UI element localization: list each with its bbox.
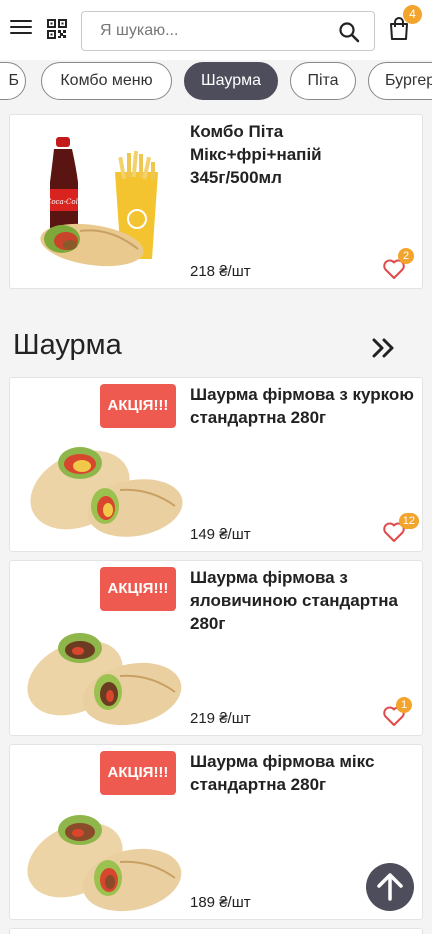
product-title[interactable]: Шаурма фірмова з куркою стандартна 280г <box>190 383 415 429</box>
promo-badge: АКЦІЯ!!! <box>100 751 176 795</box>
favorite-count-badge: 12 <box>398 513 419 529</box>
promo-badge: АКЦІЯ!!! <box>100 567 176 611</box>
product-card[interactable]: Coca-Cola Комбо Піта Мікс+фрі+напій 345г… <box>9 114 423 289</box>
top-bar: 4 <box>0 0 432 60</box>
shawarma-mix-image <box>27 815 182 912</box>
product-card[interactable]: АКЦІЯ!!! Шаурма фірмова з куркою стандар… <box>9 377 423 552</box>
scroll-to-top-button[interactable] <box>366 863 414 911</box>
product-card[interactable]: АКЦІЯ!!! Шаурма фірмова з яловичиною ста… <box>9 560 423 736</box>
menu-icon[interactable] <box>10 17 32 39</box>
search-input[interactable] <box>82 12 332 50</box>
category-tabs: Б Комбо меню Шаурма Піта Бургери <box>0 60 432 104</box>
shawarma-beef-image <box>27 633 182 726</box>
product-card[interactable] <box>9 928 423 934</box>
search-icon[interactable] <box>338 21 360 43</box>
svg-text:Coca-Cola: Coca-Cola <box>46 198 82 206</box>
section-title: Шаурма <box>13 329 122 361</box>
favorite-count-badge: 1 <box>396 697 412 713</box>
product-card[interactable]: АКЦІЯ!!! Шаурма фірмова мікс стандартна … <box>9 744 423 920</box>
cart-count-badge: 4 <box>403 5 422 24</box>
favorite-count-badge: 2 <box>398 248 414 264</box>
product-price: 149 ₴/шт <box>190 526 251 543</box>
category-chip-shawarma[interactable]: Шаурма <box>184 62 278 100</box>
combo-product-image: Coca-Cola <box>40 137 158 267</box>
promo-badge: АКЦІЯ!!! <box>100 384 176 428</box>
product-price: 189 ₴/шт <box>190 894 251 911</box>
product-price: 218 ₴/шт <box>190 263 251 280</box>
qr-code-icon[interactable] <box>47 19 67 39</box>
category-chip-pita[interactable]: Піта <box>290 62 356 100</box>
shawarma-chicken-image <box>30 447 183 537</box>
category-chip-combo[interactable]: Комбо меню <box>41 62 172 100</box>
category-chip[interactable]: Б <box>0 62 26 100</box>
product-title[interactable]: Шаурма фірмова з яловичиною стандартна 2… <box>190 566 415 635</box>
product-title[interactable]: Комбо Піта Мікс+фрі+напій 345г/500мл <box>190 120 415 189</box>
search-box <box>81 11 375 51</box>
double-chevron-right-icon[interactable] <box>370 336 398 360</box>
arrow-up-icon <box>377 873 403 901</box>
product-title[interactable]: Шаурма фірмова мікс стандартна 280г <box>190 750 415 796</box>
product-price: 219 ₴/шт <box>190 710 251 727</box>
category-chip-burgers[interactable]: Бургери <box>368 62 432 100</box>
